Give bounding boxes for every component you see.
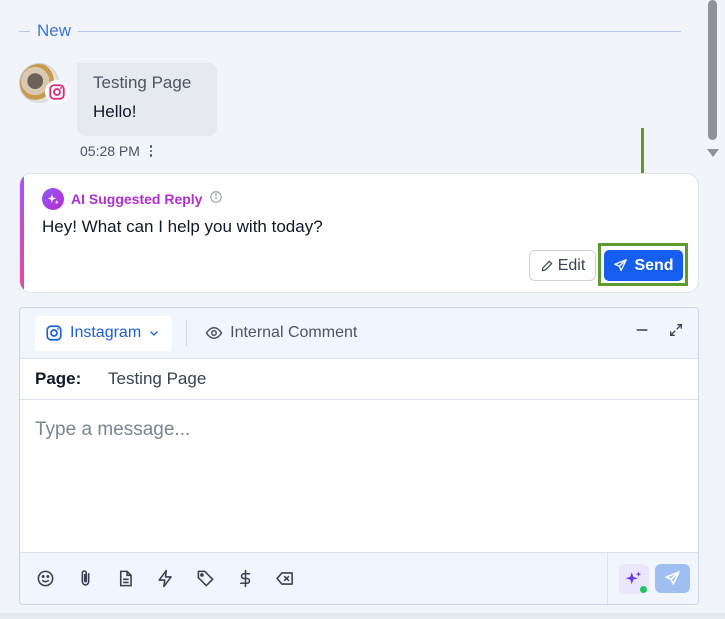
more-options-icon[interactable] (148, 145, 155, 157)
pencil-icon (541, 260, 553, 271)
message-input[interactable] (20, 401, 698, 553)
clear-icon[interactable] (275, 569, 295, 589)
page-row: Page: Testing Page (20, 359, 698, 400)
edit-button-label: Edit (557, 256, 586, 274)
lightning-icon[interactable] (155, 569, 175, 589)
attachment-icon[interactable] (75, 569, 95, 589)
page-label: Page: (35, 369, 82, 388)
send-icon (614, 259, 628, 272)
expand-icon[interactable] (668, 322, 684, 343)
eye-icon (205, 326, 223, 340)
send-button-label: Send (634, 256, 674, 274)
minimize-icon[interactable] (634, 322, 650, 343)
toolbar-right (607, 553, 690, 604)
scrollbar-track[interactable] (705, 0, 725, 619)
message-bubble: Testing Page Hello! (77, 63, 217, 136)
ai-card-accent-stripe (20, 174, 24, 292)
ai-card-title: AI Suggested Reply (71, 191, 203, 207)
window-controls (634, 322, 684, 343)
tag-icon[interactable] (195, 569, 215, 589)
ai-card-header: AI Suggested Reply (42, 188, 223, 210)
message-composer: Instagram Internal Comment Page: Testing… (19, 307, 699, 605)
send-button[interactable]: Send (604, 250, 683, 281)
edit-button[interactable]: Edit (529, 250, 596, 281)
message-text: Hello! (93, 102, 137, 121)
divider-label: New (37, 21, 72, 40)
message-time: 05:28 PM (80, 143, 140, 159)
message-sender: Testing Page (93, 73, 192, 92)
tab-separator (186, 320, 188, 346)
new-messages-divider: New (19, 19, 681, 43)
page-value[interactable]: Testing Page (108, 369, 206, 389)
emoji-icon[interactable] (35, 569, 55, 589)
divider-line-right (78, 30, 681, 32)
channel-select-label: Instagram (70, 324, 142, 341)
instagram-icon (45, 80, 69, 104)
bottom-strip (0, 613, 725, 619)
ai-suggested-reply-card: AI Suggested Reply Hey! What can I help … (19, 173, 699, 293)
toolbar-separator (607, 553, 608, 604)
ai-suggested-text: Hey! What can I help you with today? (42, 217, 323, 236)
instagram-icon (46, 325, 62, 341)
sparkle-icon (42, 188, 64, 210)
send-icon (665, 571, 680, 585)
divider-line-left (19, 30, 30, 32)
composer-send-button[interactable] (655, 564, 690, 593)
tab-internal-comment[interactable]: Internal Comment (205, 324, 357, 342)
info-icon[interactable] (209, 190, 223, 209)
composer-toolbar (20, 552, 698, 604)
status-dot (640, 585, 647, 593)
message-meta: 05:28 PM (80, 143, 154, 159)
chevron-down-icon (150, 331, 159, 336)
ai-assist-button[interactable] (619, 563, 649, 594)
scroll-down-arrow-icon[interactable] (707, 149, 719, 157)
internal-comment-label: Internal Comment (230, 324, 358, 341)
sparkle-icon (625, 571, 642, 584)
document-icon[interactable] (115, 569, 135, 589)
composer-tabs: Instagram Internal Comment (20, 308, 698, 359)
channel-select[interactable]: Instagram (35, 315, 173, 351)
dollar-icon[interactable] (235, 569, 255, 589)
scrollbar-thumb[interactable] (708, 0, 717, 140)
